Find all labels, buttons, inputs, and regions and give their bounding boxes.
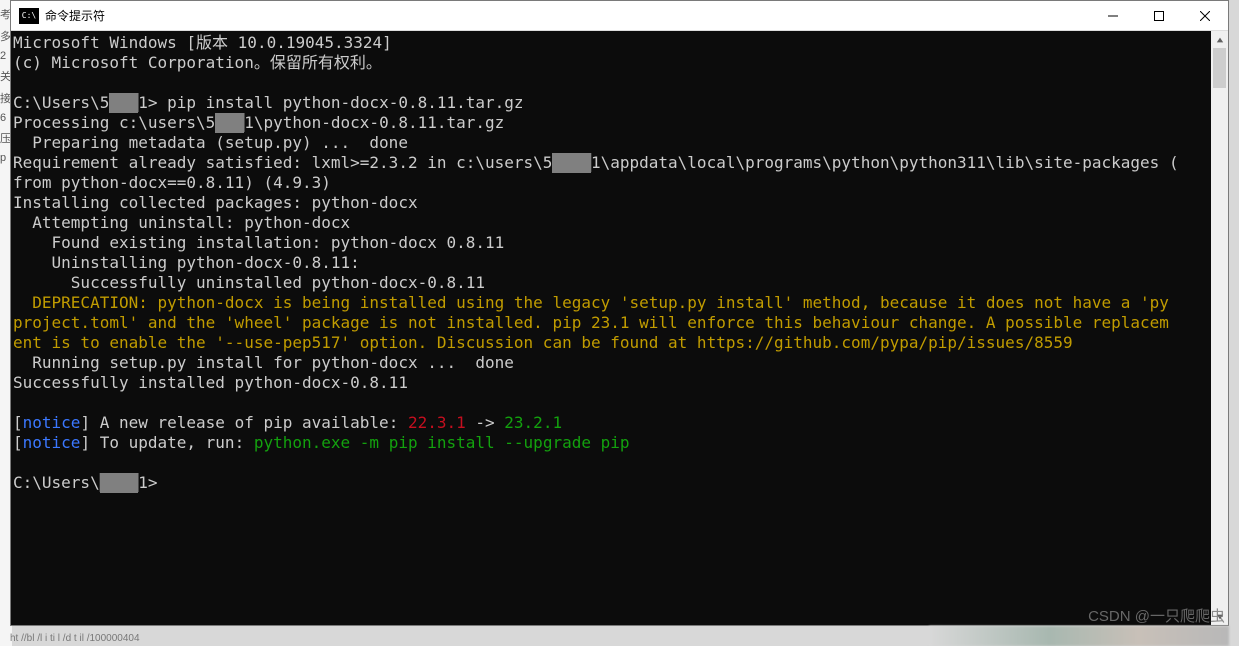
redacted-text: ████ xyxy=(100,473,139,493)
window-controls xyxy=(1090,1,1228,30)
redacted-text: ███ xyxy=(109,93,138,113)
maximize-button[interactable] xyxy=(1136,1,1182,30)
console-prompt: C:\Users\████1> xyxy=(13,473,158,492)
console-line: Successfully uninstalled python-docx-0.8… xyxy=(13,273,485,292)
console-output[interactable]: Microsoft Windows [版本 10.0.19045.3324] (… xyxy=(11,31,1228,625)
console-line: Successfully installed python-docx-0.8.1… xyxy=(13,373,408,392)
console-line: Processing c:\users\5███1\python-docx-0.… xyxy=(13,113,504,132)
redacted-text: ████ xyxy=(552,153,591,173)
console-line: Uninstalling python-docx-0.8.11: xyxy=(13,253,360,272)
console-line: Running setup.py install for python-docx… xyxy=(13,353,514,372)
console-line: (c) Microsoft Corporation。保留所有权利。 xyxy=(13,53,382,72)
scroll-down-arrow[interactable] xyxy=(1211,608,1228,625)
title-bar[interactable]: 命令提示符 xyxy=(11,1,1228,31)
console-line: Attempting uninstall: python-docx xyxy=(13,213,350,232)
scrollbar-thumb[interactable] xyxy=(1213,48,1226,88)
scroll-up-arrow[interactable] xyxy=(1211,31,1228,48)
console-prompt: C:\Users\5███1> pip install python-docx-… xyxy=(13,93,524,112)
cmd-window: 命令提示符 Microsoft Windows [版本 10.0.19045.3… xyxy=(10,0,1229,626)
minimize-button[interactable] xyxy=(1090,1,1136,30)
close-button[interactable] xyxy=(1182,1,1228,30)
redacted-text: ███ xyxy=(215,113,244,133)
background-blur xyxy=(929,626,1229,646)
console-line: Requirement already satisfied: lxml>=2.3… xyxy=(13,153,1179,172)
console-line: Installing collected packages: python-do… xyxy=(13,193,418,212)
deprecation-warning: project.toml' and the 'wheel' package is… xyxy=(13,313,1169,332)
deprecation-warning: DEPRECATION: python-docx is being instal… xyxy=(13,293,1169,312)
notice-line: [notice] A new release of pip available:… xyxy=(13,413,562,432)
console-line: Found existing installation: python-docx… xyxy=(13,233,504,252)
notice-line: [notice] To update, run: python.exe -m p… xyxy=(13,433,630,452)
console-line: Preparing metadata (setup.py) ... done xyxy=(13,133,408,152)
console-line: from python-docx==0.8.11) (4.9.3) xyxy=(13,173,331,192)
bottom-cropped-text: ht //bl /l i ti l /d t il /100000404 xyxy=(10,633,140,644)
window-title: 命令提示符 xyxy=(45,7,1090,24)
deprecation-warning: ent is to enable the '--use-pep517' opti… xyxy=(13,333,1073,352)
console-line: Microsoft Windows [版本 10.0.19045.3324] xyxy=(13,33,392,52)
vertical-scrollbar[interactable] xyxy=(1211,31,1228,625)
cmd-icon xyxy=(19,8,39,24)
